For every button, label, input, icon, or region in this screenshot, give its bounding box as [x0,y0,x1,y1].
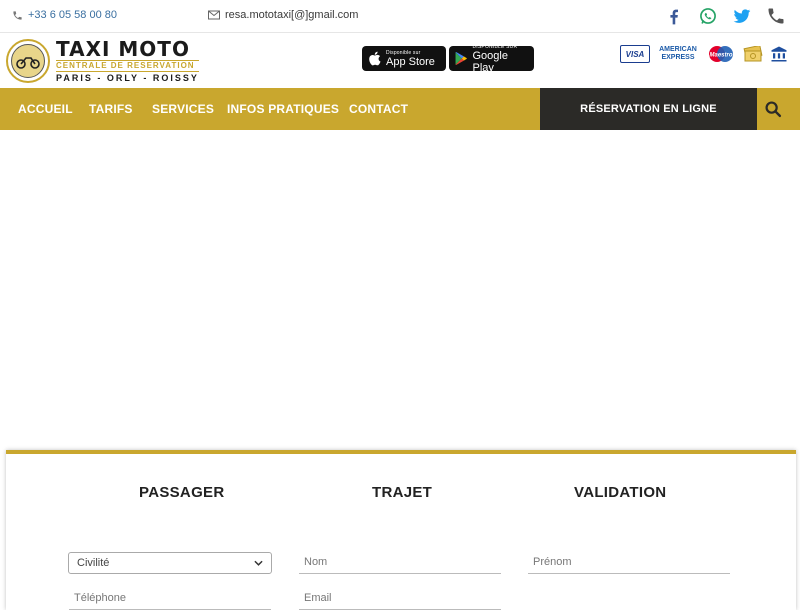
online-reservation-button[interactable]: RÉSERVATION EN LIGNE [540,88,757,130]
logo-text: TAXI MOTO CENTRALE DE RESERVATION PARIS … [56,39,199,83]
app-store-links: Disponible sur App Store DISPONIBLE SUR … [362,44,534,74]
nom-input[interactable]: Nom [299,552,501,574]
logo-subtitle: CENTRALE DE RESERVATION [56,60,199,72]
reservation-form: PASSAGER TRAJET VALIDATION Civilité Nom … [6,450,796,610]
step-trajet[interactable]: TRAJET [372,484,432,501]
email-placeholder: Email [304,592,332,604]
top-bar: +33 6 05 58 00 80 resa.mototaxi[@]gmail.… [0,0,800,33]
maestro-icon: Maestro [709,46,733,62]
telephone-input[interactable]: Téléphone [69,588,271,610]
visa-icon: VISA [620,45,650,63]
step-passager[interactable]: PASSAGER [139,484,224,501]
phone-number: +33 6 05 58 00 80 [28,9,117,21]
prenom-input[interactable]: Prénom [528,552,730,574]
twitter-icon[interactable] [732,6,752,26]
hero-banner [0,130,800,450]
nav-contact[interactable]: CONTACT [349,102,408,116]
amex-line1: AMERICAN [659,46,697,53]
app-store-button[interactable]: Disponible sur App Store [362,46,446,71]
cash-icon [743,46,763,62]
bank-icon [771,46,787,62]
email-contact[interactable]: resa.mototaxi[@]gmail.com [208,9,358,21]
phone-icon [13,10,22,20]
search-icon[interactable] [762,98,784,120]
chevron-down-icon [254,560,263,566]
civilite-value: Civilité [77,557,110,569]
civilite-select[interactable]: Civilité [68,552,272,574]
phone-icon[interactable] [766,6,786,26]
logo-cities: PARIS - ORLY - ROISSY [56,73,199,83]
amex-icon: AMERICAN EXPRESS [656,45,700,63]
email-input[interactable]: Email [299,588,501,610]
payment-methods: VISA AMERICAN EXPRESS Maestro [620,45,788,63]
nav-services[interactable]: SERVICES [152,102,214,116]
site-header: TAXI MOTO CENTRALE DE RESERVATION PARIS … [0,33,800,88]
google-play-button[interactable]: DISPONIBLE SUR Google Play [449,44,534,74]
maestro-label: Maestro [709,53,732,59]
prenom-placeholder: Prénom [533,556,572,568]
facebook-icon[interactable] [664,6,684,26]
site-logo[interactable]: TAXI MOTO CENTRALE DE RESERVATION PARIS … [6,39,199,83]
step-validation[interactable]: VALIDATION [574,484,666,501]
nav-infos-pratiques[interactable]: INFOS PRATIQUES [227,102,339,116]
email-address: resa.mototaxi[@]gmail.com [225,9,359,21]
nav-tarifs[interactable]: TARIFS [89,102,133,116]
apple-icon [369,51,381,66]
whatsapp-icon[interactable] [698,6,718,26]
app-store-big: App Store [386,55,435,68]
telephone-placeholder: Téléphone [74,592,126,604]
social-links [664,6,786,26]
envelope-icon [208,10,220,20]
nom-placeholder: Nom [304,556,328,568]
nav-accueil[interactable]: ACCUEIL [18,102,73,116]
logo-badge [6,39,50,83]
google-play-icon [455,52,467,65]
amex-line2: EXPRESS [661,54,695,61]
logo-title: TAXI MOTO [56,37,190,61]
phone-contact[interactable]: +33 6 05 58 00 80 [12,9,117,21]
google-play-big: Google Play [472,49,508,74]
main-nav: ACCUEIL TARIFS SERVICES INFOS PRATIQUES … [0,88,800,130]
motorcycle-icon [11,44,45,78]
